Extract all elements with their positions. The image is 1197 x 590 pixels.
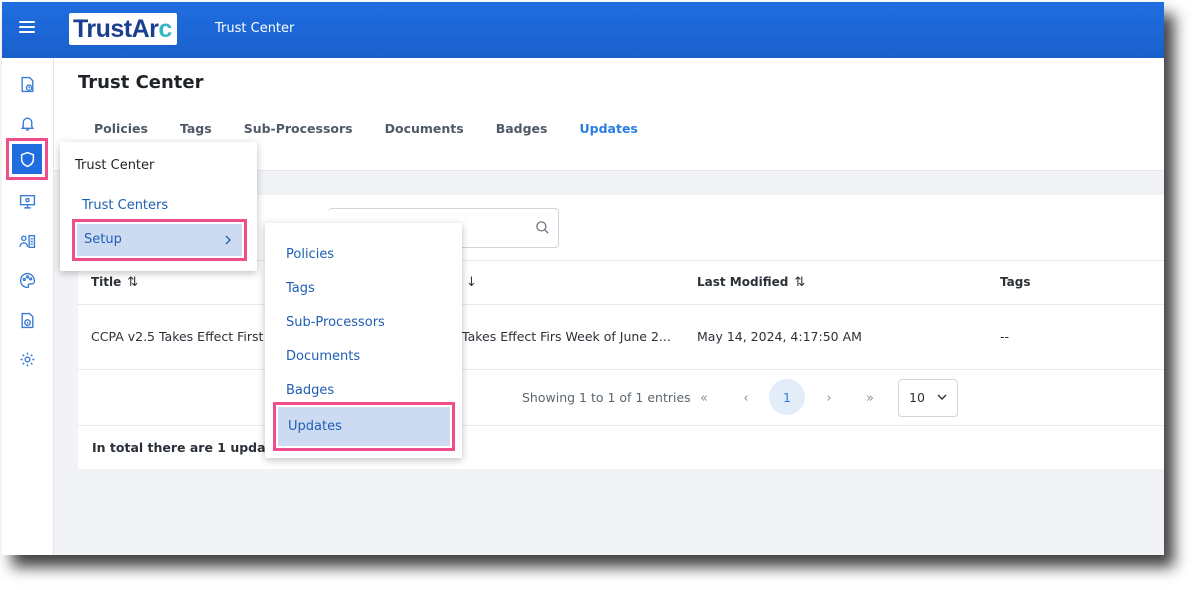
menu-item-setup-label: Setup: [84, 232, 122, 247]
app-window: TrustArc Trust Center Trust Center Polic…: [2, 2, 1164, 555]
tab-badges[interactable]: Badges: [496, 121, 548, 136]
cell-description: Takes Effect Firs Week of June 2...: [462, 329, 671, 344]
column-header-title[interactable]: Title ⇅: [91, 275, 138, 290]
palette-icon[interactable]: [14, 267, 40, 293]
logo-text-main: TrustAr: [73, 15, 159, 43]
cell-tags: --: [1000, 329, 1010, 344]
tab-sub-processors[interactable]: Sub-Processors: [244, 121, 353, 136]
first-page-icon[interactable]: «: [689, 381, 719, 415]
setup-submenu: Policies Tags Sub-Processors Documents B…: [265, 223, 462, 458]
submenu-item-documents[interactable]: Documents: [286, 349, 360, 364]
sort-down-icon[interactable]: ↓: [466, 275, 477, 290]
column-title-label: Title: [91, 275, 122, 289]
submenu-item-badges[interactable]: Badges: [286, 383, 334, 398]
gear-icon[interactable]: [14, 346, 40, 372]
tab-tags[interactable]: Tags: [180, 121, 212, 136]
bell-icon[interactable]: [14, 110, 40, 136]
column-last-modified-label: Last Modified: [697, 275, 789, 289]
logo-text-accent: c: [158, 15, 172, 43]
chevron-right-icon: [225, 235, 231, 245]
page-button-current[interactable]: 1: [769, 379, 805, 415]
tab-updates[interactable]: Updates: [579, 121, 637, 136]
app-name: Trust Center: [215, 21, 295, 36]
sort-icon[interactable]: ⇅: [127, 275, 138, 290]
tab-bar: Policies Tags Sub-Processors Documents B…: [94, 121, 670, 136]
submenu-item-updates-label: Updates: [288, 419, 342, 434]
flyout-title: Trust Center: [75, 158, 155, 173]
pagination-bar: Showing 1 to 1 of 1 entries « ‹ 1 › » 10: [78, 369, 1164, 426]
cell-title[interactable]: CCPA v2.5 Takes Effect First: [91, 329, 263, 344]
cell-last-modified: May 14, 2024, 4:17:50 AM: [697, 329, 862, 344]
per-page-select[interactable]: 10: [898, 379, 958, 417]
updates-highlight: Updates: [273, 402, 455, 451]
next-page-icon[interactable]: ›: [814, 381, 844, 415]
hamburger-menu-icon[interactable]: [19, 21, 35, 35]
column-header-last-modified[interactable]: Last Modified ⇅: [697, 275, 805, 290]
tab-documents[interactable]: Documents: [385, 121, 464, 136]
menu-item-trust-centers[interactable]: Trust Centers: [82, 198, 168, 213]
sort-icon[interactable]: ⇅: [794, 275, 805, 290]
column-header-description-sort[interactable]: ↓: [460, 275, 477, 290]
chevron-down-icon: [937, 394, 947, 400]
page-title: Trust Center: [78, 72, 204, 93]
submenu-item-policies[interactable]: Policies: [286, 247, 334, 262]
shield-nav-highlight[interactable]: [6, 138, 48, 180]
submenu-item-sub-processors[interactable]: Sub-Processors: [286, 315, 385, 330]
menu-item-setup[interactable]: Setup: [77, 224, 242, 256]
people-list-icon[interactable]: [14, 228, 40, 254]
trustarc-logo[interactable]: TrustArc: [69, 13, 177, 45]
setup-highlight: Setup: [72, 219, 247, 261]
per-page-value: 10: [909, 390, 925, 405]
table-row[interactable]: CCPA v2.5 Takes Effect First Takes Effec…: [78, 303, 1164, 370]
shield-icon[interactable]: [12, 144, 42, 174]
pagination-summary: Showing 1 to 1 of 1 entries: [522, 390, 691, 405]
submenu-item-tags[interactable]: Tags: [286, 281, 315, 296]
column-header-tags: Tags: [1000, 275, 1031, 289]
total-count-text: In total there are 1 updates.: [92, 440, 293, 455]
submenu-item-updates[interactable]: Updates: [278, 407, 450, 446]
document-clock-icon[interactable]: [14, 71, 40, 97]
trust-center-flyout-menu: Trust Center Trust Centers Setup: [60, 142, 257, 271]
search-icon[interactable]: [535, 220, 550, 235]
last-page-icon[interactable]: »: [855, 381, 885, 415]
document-info-icon[interactable]: [14, 307, 40, 333]
prev-page-icon[interactable]: ‹: [731, 381, 761, 415]
sidebar: [2, 58, 54, 555]
tab-policies[interactable]: Policies: [94, 121, 148, 136]
top-bar: TrustArc Trust Center: [2, 2, 1164, 58]
monitor-icon[interactable]: [14, 188, 40, 214]
